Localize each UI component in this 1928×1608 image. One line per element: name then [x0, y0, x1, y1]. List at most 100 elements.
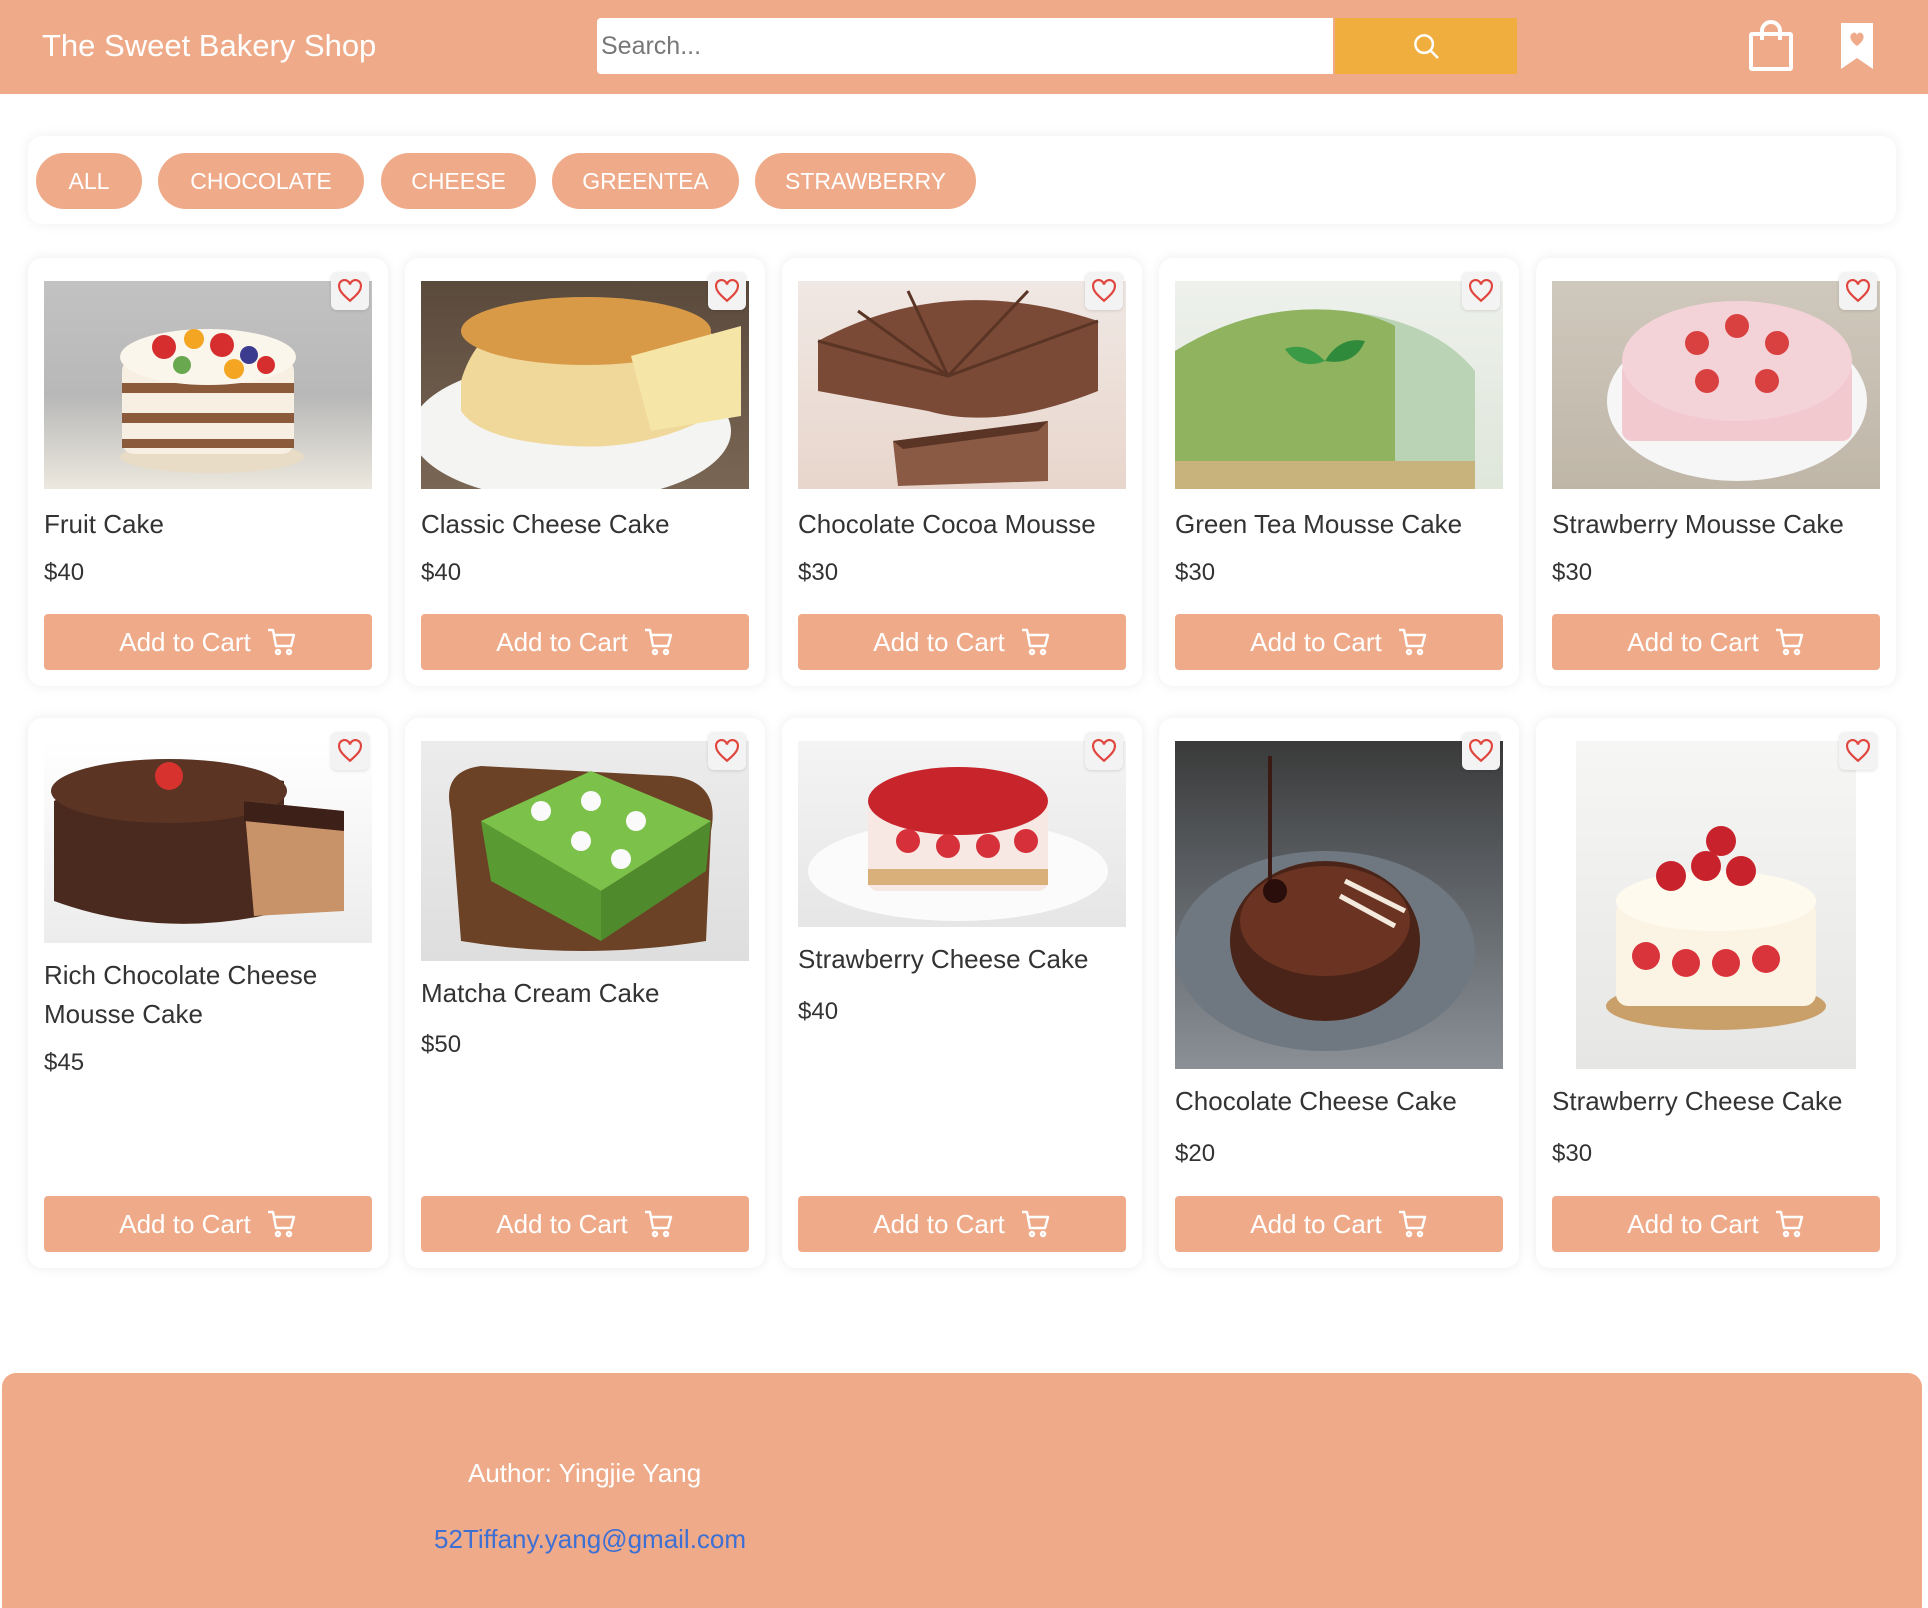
heart-icon [715, 279, 739, 303]
add-to-cart-button[interactable]: Add to Cart [1175, 1196, 1503, 1252]
product-name[interactable]: Green Tea Mousse Cake [1175, 505, 1505, 544]
cart-button[interactable] [1748, 20, 1794, 72]
product-price: $50 [421, 1031, 462, 1058]
product-name[interactable]: Chocolate Cocoa Mousse [798, 505, 1128, 544]
add-to-cart-label: Add to Cart [1250, 1208, 1382, 1239]
product-name[interactable]: Chocolate Cheese Cake [1175, 1082, 1505, 1121]
cake-illustration [808, 767, 1108, 921]
product-name[interactable]: Rich Chocolate Cheese Mousse Cake [44, 956, 374, 1034]
product-name[interactable]: Fruit Cake [44, 505, 374, 544]
favorite-toggle[interactable] [1462, 272, 1500, 310]
product-name[interactable]: Strawberry Cheese Cake [1552, 1082, 1882, 1121]
add-to-cart-label: Add to Cart [873, 1208, 1005, 1239]
favorite-toggle[interactable] [1462, 732, 1500, 770]
heart-icon [1469, 279, 1493, 303]
search-input[interactable] [597, 18, 1333, 74]
favorite-toggle[interactable] [1839, 272, 1877, 310]
add-to-cart-label: Add to Cart [1627, 626, 1759, 657]
favorite-toggle[interactable] [708, 272, 746, 310]
add-to-cart-button[interactable]: Add to Cart [421, 614, 749, 670]
product-image-matcha-cream-cake[interactable] [421, 741, 749, 961]
add-to-cart-button[interactable]: Add to Cart [798, 614, 1126, 670]
cart-icon [1398, 628, 1426, 656]
heart-icon [1469, 739, 1493, 763]
product-image-chocolate-cheese-cake[interactable] [1175, 741, 1503, 1069]
add-to-cart-label: Add to Cart [119, 626, 251, 657]
filter-all[interactable]: ALL [36, 153, 142, 209]
search-button[interactable] [1335, 18, 1517, 74]
product-image-fruit-cake[interactable] [44, 281, 372, 489]
add-to-cart-button[interactable]: Add to Cart [44, 1196, 372, 1252]
shopping-bag-icon [1749, 20, 1793, 71]
add-to-cart-label: Add to Cart [496, 626, 628, 657]
add-to-cart-button[interactable]: Add to Cart [1552, 614, 1880, 670]
product-image-green-tea-mousse-cake[interactable] [1175, 281, 1503, 489]
footer [2, 1373, 1922, 1608]
add-to-cart-label: Add to Cart [119, 1208, 251, 1239]
cart-icon [1021, 628, 1049, 656]
add-to-cart-button[interactable]: Add to Cart [421, 1196, 749, 1252]
add-to-cart-label: Add to Cart [1250, 626, 1382, 657]
search-icon [1414, 34, 1439, 59]
product-price: $45 [44, 1049, 85, 1076]
product-name[interactable]: Strawberry Cheese Cake [798, 940, 1128, 979]
product-card: Matcha Cream Cake $50 Add to Cart [405, 718, 765, 1268]
cart-icon [1775, 628, 1803, 656]
heart-icon [1846, 739, 1870, 763]
favorite-toggle[interactable] [1085, 272, 1123, 310]
cart-icon [1775, 1210, 1803, 1238]
product-price: $40 [44, 559, 85, 586]
add-to-cart-button[interactable]: Add to Cart [1175, 614, 1503, 670]
product-price: $40 [798, 998, 839, 1025]
product-image-strawberry-cheese-cake-2[interactable] [1576, 741, 1856, 1069]
heart-icon [1092, 279, 1116, 303]
heart-icon [338, 279, 362, 303]
product-name[interactable]: Strawberry Mousse Cake [1552, 505, 1882, 544]
filter-cheese[interactable]: CHEESE [381, 153, 536, 209]
footer-email-link[interactable]: 52Tiffany.yang@gmail.com [434, 1524, 746, 1555]
footer-author: Author: Yingjie Yang [468, 1458, 702, 1488]
add-to-cart-label: Add to Cart [873, 626, 1005, 657]
product-price: $20 [1175, 1140, 1216, 1167]
cart-icon [644, 1210, 672, 1238]
cart-icon [1398, 1210, 1426, 1238]
cake-illustration [421, 297, 741, 489]
product-card: Chocolate Cocoa Mousse $30 Add to Cart [782, 258, 1142, 686]
favorite-toggle[interactable] [1085, 732, 1123, 770]
add-to-cart-button[interactable]: Add to Cart [1552, 1196, 1880, 1252]
add-to-cart-button[interactable]: Add to Cart [798, 1196, 1126, 1252]
add-to-cart-label: Add to Cart [496, 1208, 628, 1239]
product-name[interactable]: Matcha Cream Cake [421, 974, 751, 1013]
product-price: $40 [421, 559, 462, 586]
add-to-cart-label: Add to Cart [1627, 1208, 1759, 1239]
cart-icon [267, 1210, 295, 1238]
product-image-classic-cheese-cake[interactable] [421, 281, 749, 489]
filter-strawberry[interactable]: STRAWBERRY [755, 153, 976, 209]
heart-icon [715, 739, 739, 763]
favorite-toggle[interactable] [1839, 732, 1877, 770]
product-name[interactable]: Classic Cheese Cake [421, 505, 751, 544]
brand-title[interactable]: The Sweet Bakery Shop [42, 28, 376, 64]
heart-icon [1092, 739, 1116, 763]
product-price: $30 [798, 559, 839, 586]
bookmark-heart-icon [1841, 23, 1873, 69]
cart-icon [1021, 1210, 1049, 1238]
product-image-strawberry-cheese-cake[interactable] [798, 741, 1126, 927]
product-image-strawberry-mousse-cake[interactable] [1552, 281, 1880, 489]
heart-icon [338, 739, 362, 763]
cake-illustration [817, 289, 1099, 486]
cake-illustration [1607, 301, 1867, 481]
favorite-toggle[interactable] [331, 732, 369, 770]
filter-greentea[interactable]: GREENTEA [552, 153, 739, 209]
product-image-rich-chocolate-cheese-mousse-cake[interactable] [44, 741, 372, 943]
favorites-button[interactable] [1838, 20, 1876, 72]
cake-illustration [51, 759, 344, 924]
favorite-toggle[interactable] [708, 732, 746, 770]
filter-chocolate[interactable]: CHOCOLATE [158, 153, 364, 209]
product-image-chocolate-cocoa-mousse[interactable] [798, 281, 1126, 489]
product-card: Classic Cheese Cake $40 Add to Cart [405, 258, 765, 686]
product-card: Rich Chocolate Cheese Mousse Cake $45 Ad… [28, 718, 388, 1268]
add-to-cart-button[interactable]: Add to Cart [44, 614, 372, 670]
favorite-toggle[interactable] [331, 272, 369, 310]
heart-icon [1846, 279, 1870, 303]
